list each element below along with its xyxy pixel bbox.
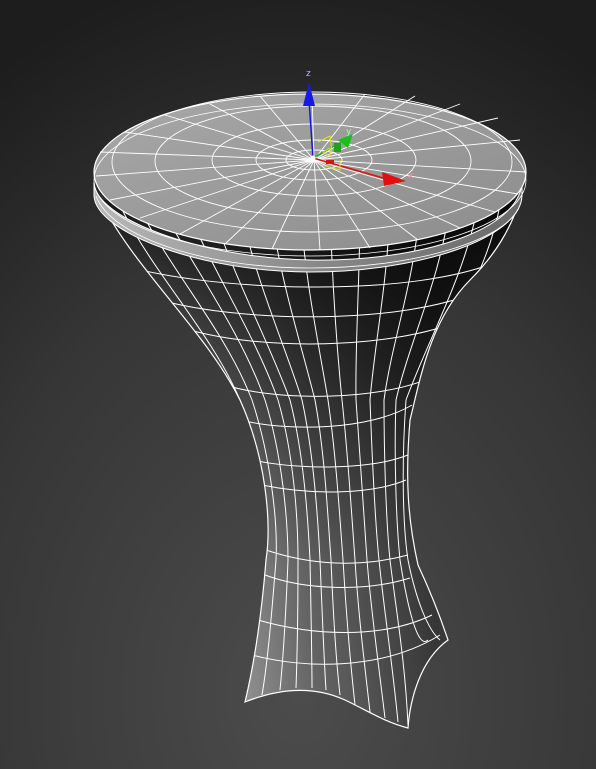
x-axis-label: x — [408, 171, 414, 181]
viewport-canvas[interactable]: z x y — [0, 0, 596, 769]
xy-plane-fill[interactable] — [326, 160, 334, 164]
y-axis-label: y — [346, 127, 352, 137]
3d-viewport[interactable]: z x y — [0, 0, 596, 769]
z-axis-label: z — [306, 69, 311, 79]
yz-plane-fill[interactable] — [334, 143, 341, 152]
pivot-point[interactable] — [310, 155, 316, 161]
